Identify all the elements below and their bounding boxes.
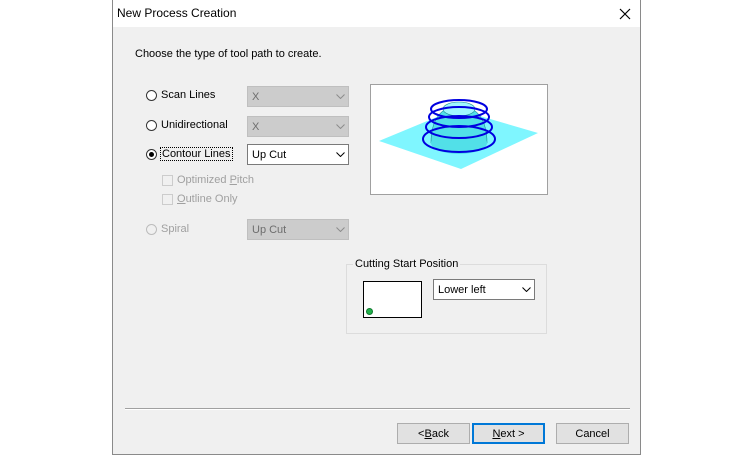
- radio-button-selected[interactable]: [146, 148, 157, 160]
- checkbox: [162, 193, 173, 205]
- dialog-title: New Process Creation: [117, 6, 237, 20]
- scan-lines-direction-select: X: [247, 86, 349, 107]
- unidirectional-direction-select: X: [247, 116, 349, 137]
- optimized-pitch-checkbox: Optimized Pitch: [162, 172, 254, 188]
- radio-button[interactable]: [146, 119, 157, 131]
- contour-cut-direction-select[interactable]: Up Cut: [247, 144, 349, 165]
- chevron-down-icon: [332, 227, 348, 232]
- title-bar: New Process Creation: [113, 0, 640, 27]
- optimized-pitch-label: Optimized Pitch: [177, 174, 255, 186]
- checkbox: [162, 174, 173, 186]
- start-position-preview: [363, 281, 422, 318]
- cancel-button[interactable]: Cancel: [556, 423, 629, 444]
- combo-value: X: [252, 120, 260, 133]
- combo-value: Up Cut: [252, 223, 287, 236]
- close-icon: [619, 8, 631, 19]
- radio-spiral: Spiral: [146, 221, 189, 237]
- radio-contour-lines[interactable]: Contour Lines: [146, 146, 233, 162]
- combo-value: Up Cut: [252, 148, 287, 161]
- tool-path-preview: [370, 84, 548, 195]
- spiral-cut-direction-select: Up Cut: [247, 219, 349, 240]
- chevron-down-icon: [332, 124, 348, 129]
- unidirectional-label: Unidirectional: [161, 119, 228, 131]
- next-button[interactable]: Next >: [472, 423, 545, 444]
- contour-lines-label: Contour Lines: [160, 147, 233, 161]
- spiral-label: Spiral: [161, 223, 190, 235]
- start-position-select[interactable]: Lower left: [433, 279, 535, 300]
- separator-line: [125, 408, 630, 410]
- cutting-start-position-group: Cutting Start Position Lower left: [346, 258, 547, 334]
- cutting-start-position-title: Cutting Start Position: [353, 258, 461, 270]
- chevron-down-icon: [518, 287, 534, 292]
- chevron-down-icon: [332, 152, 348, 157]
- back-button[interactable]: < Back: [397, 423, 470, 444]
- close-button[interactable]: [610, 0, 640, 27]
- start-point-marker: [366, 308, 373, 315]
- combo-value: Lower left: [438, 283, 486, 296]
- scan-lines-label: Scan Lines: [161, 89, 216, 101]
- outline-only-label: Outline Only: [177, 193, 238, 205]
- radio-button: [146, 223, 157, 235]
- outline-only-checkbox: Outline Only: [162, 191, 238, 207]
- combo-value: X: [252, 90, 260, 103]
- chevron-down-icon: [332, 94, 348, 99]
- radio-scan-lines[interactable]: Scan Lines: [146, 87, 215, 103]
- new-process-dialog: New Process Creation Choose the type of …: [112, 0, 641, 455]
- radio-unidirectional[interactable]: Unidirectional: [146, 117, 228, 133]
- radio-button[interactable]: [146, 89, 157, 101]
- instruction-text: Choose the type of tool path to create.: [135, 48, 322, 60]
- contour-toolpath-illustration: [379, 99, 538, 169]
